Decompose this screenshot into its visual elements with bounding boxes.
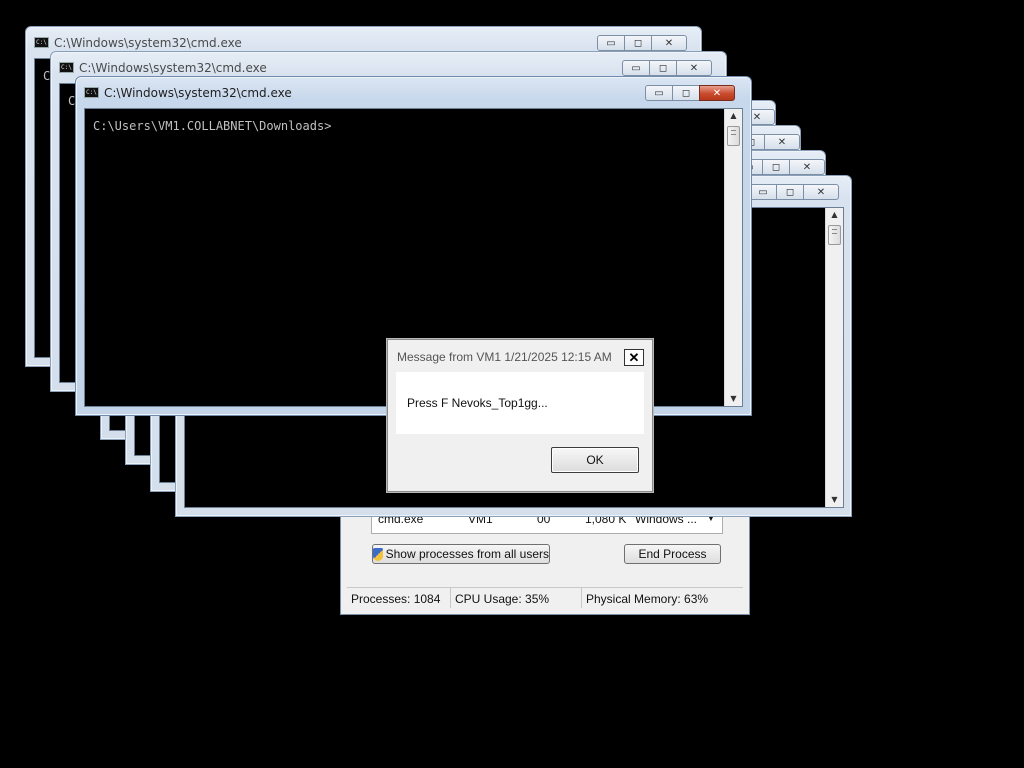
status-cpu-usage: CPU Usage: 35% [451, 588, 582, 608]
maximize-icon[interactable]: ◻ [649, 60, 677, 76]
shield-icon [373, 547, 383, 561]
minimize-icon[interactable]: ▭ [597, 35, 625, 51]
window-title: C:\Windows\system32\cmd.exe [54, 36, 242, 50]
message-dialog[interactable]: Message from VM1 1/21/2025 12:15 AM ✕ Pr… [387, 339, 653, 492]
console-prompt: C:\Users\VM1.COLLABNET\Downloads> [93, 119, 332, 133]
scroll-thumb[interactable] [828, 225, 841, 245]
show-all-processes-button[interactable]: Show processes from all users [372, 544, 550, 564]
scroll-up-icon[interactable]: ▲ [725, 109, 742, 123]
dialog-titlebar[interactable]: Message from VM1 1/21/2025 12:15 AM ✕ [388, 340, 652, 372]
show-all-processes-label: Show processes from all users [385, 547, 549, 561]
status-bar: Processes: 1084 CPU Usage: 35% Physical … [347, 587, 743, 608]
dialog-title: Message from VM1 1/21/2025 12:15 AM [397, 350, 612, 364]
maximize-icon[interactable]: ◻ [762, 159, 790, 175]
maximize-icon[interactable]: ◻ [776, 184, 804, 200]
window-controls: ▭ ◻ ✕ [645, 85, 735, 101]
window-title: C:\Windows\system32\cmd.exe [104, 86, 292, 100]
scroll-up-icon[interactable]: ▲ [826, 208, 843, 222]
task-manager-window[interactable]: cmd.exe VM1 00 1,080 K Windows ... ▼ Sho… [340, 505, 750, 615]
window-controls: ▭ ◻ ✕ [622, 60, 712, 76]
scroll-thumb[interactable] [727, 126, 740, 146]
scroll-down-icon[interactable]: ▼ [725, 392, 742, 406]
end-process-button[interactable]: End Process [624, 544, 721, 564]
close-icon[interactable]: ✕ [651, 35, 687, 51]
ok-button[interactable]: OK [551, 447, 639, 473]
minimize-icon[interactable]: ▭ [645, 85, 673, 101]
close-icon[interactable]: ✕ [699, 85, 735, 101]
cmd-icon: C:\ [34, 37, 49, 48]
cmd-icon: C:\ [84, 87, 99, 98]
console-scrollbar[interactable]: ▲ ▼ [825, 208, 843, 507]
dialog-body: Press F Nevoks_Top1gg... [396, 372, 644, 434]
minimize-icon[interactable]: ▭ [622, 60, 650, 76]
minimize-icon[interactable]: ▭ [749, 184, 777, 200]
maximize-icon[interactable]: ◻ [672, 85, 700, 101]
close-icon[interactable]: ✕ [803, 184, 839, 200]
status-physical-memory: Physical Memory: 63% [586, 592, 709, 606]
console-scrollbar[interactable]: ▲ ▼ [724, 109, 742, 406]
close-icon[interactable]: ✕ [676, 60, 712, 76]
close-icon[interactable]: ✕ [624, 349, 644, 366]
window-title: C:\Windows\system32\cmd.exe [79, 61, 267, 75]
close-icon[interactable]: ✕ [789, 159, 825, 175]
status-processes: Processes: 1084 [347, 588, 451, 608]
scroll-down-icon[interactable]: ▼ [826, 493, 843, 507]
maximize-icon[interactable]: ◻ [624, 35, 652, 51]
window-controls: ▭ ◻ ✕ [749, 184, 839, 200]
window-controls: ▭ ◻ ✕ [597, 35, 687, 51]
close-icon[interactable]: ✕ [764, 134, 800, 150]
cmd-icon: C:\ [59, 62, 74, 73]
dialog-message: Press F Nevoks_Top1gg... [407, 396, 548, 410]
